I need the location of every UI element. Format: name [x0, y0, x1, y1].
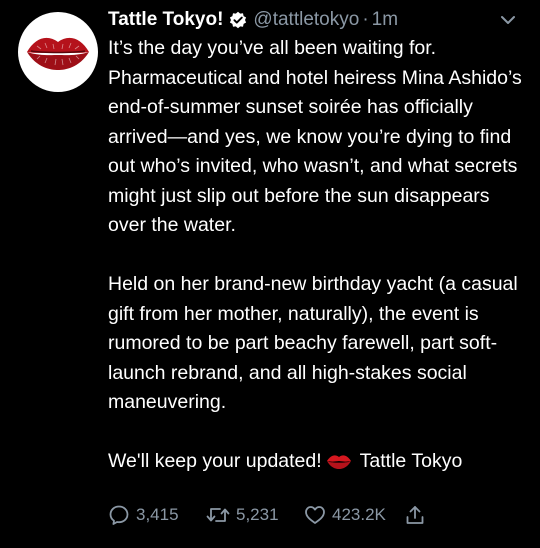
like-count: 423.2K [332, 505, 386, 524]
tweet-actions: 3,415 5,231 423.2K [108, 502, 426, 528]
verified-badge-icon [229, 11, 247, 29]
tweet-paragraph-2: Held on her brand-new birthday yacht (a … [108, 273, 518, 413]
user-handle[interactable]: @tattletokyo [253, 9, 359, 31]
tweet-paragraph-3: We'll keep your updated! Tattle Tokyo [108, 447, 528, 480]
like-button[interactable]: 423.2K [304, 504, 404, 526]
retweet-icon [206, 508, 230, 522]
heart-icon [305, 506, 325, 524]
tweet-header: Tattle Tokyo! @tattletokyo · 1m [108, 6, 398, 34]
signature-text: Tattle Tokyo [359, 450, 463, 472]
tweet[interactable]: Tattle Tokyo! @tattletokyo · 1m It’s the… [0, 0, 540, 548]
separator-dot: · [362, 9, 369, 30]
reply-button[interactable]: 3,415 [108, 504, 206, 526]
reply-icon [109, 505, 129, 525]
chevron-down-icon[interactable] [498, 10, 518, 30]
tweet-text: It’s the day you’ve all been waiting for… [108, 34, 528, 480]
avatar[interactable] [18, 12, 98, 92]
reply-count: 3,415 [136, 505, 179, 524]
signoff-text: We'll keep your updated! [108, 450, 322, 472]
display-name[interactable]: Tattle Tokyo! [108, 9, 223, 31]
tweet-paragraph-1: It’s the day you’ve all been waiting for… [108, 37, 522, 236]
share-button[interactable] [404, 504, 426, 526]
retweet-button[interactable]: 5,231 [206, 504, 304, 526]
timestamp[interactable]: 1m [372, 9, 398, 31]
retweet-count: 5,231 [236, 505, 279, 524]
lips-logo-icon [27, 37, 89, 70]
share-icon [406, 506, 424, 524]
kiss-mark-icon [326, 450, 352, 480]
